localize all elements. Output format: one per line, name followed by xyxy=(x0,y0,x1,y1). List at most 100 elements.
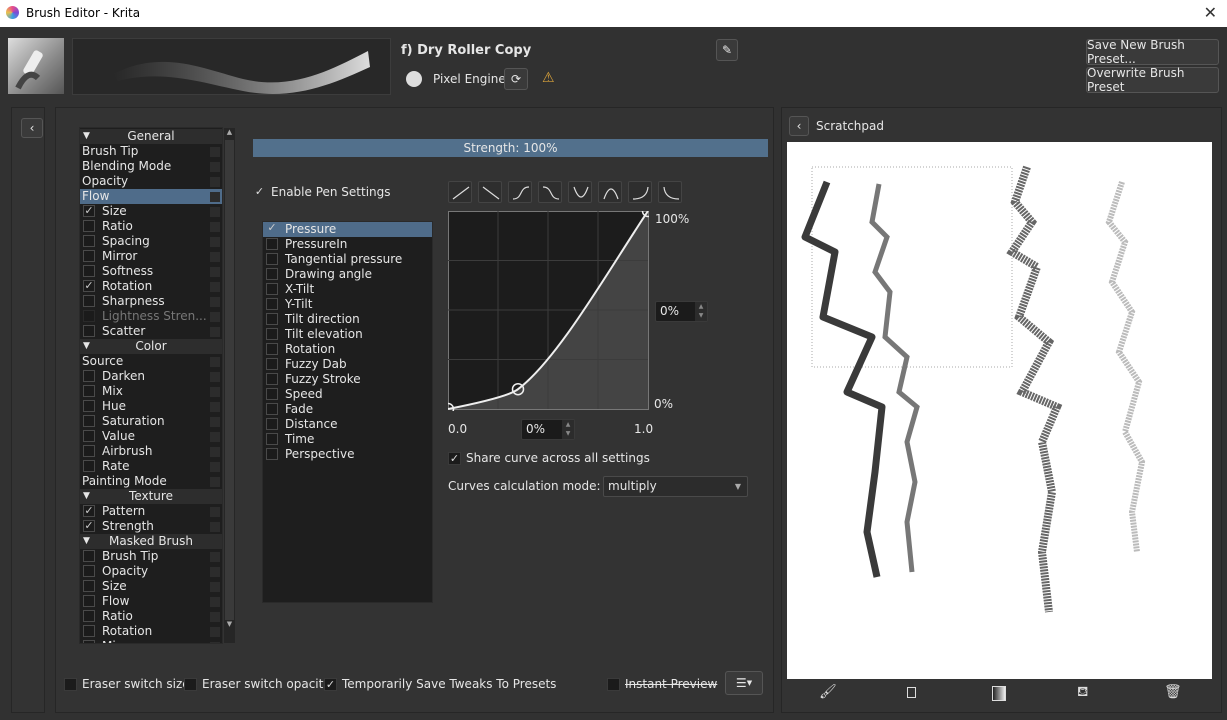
checkbox-icon[interactable] xyxy=(266,418,278,430)
option-list-scrollbar[interactable]: ▲ ▼ xyxy=(223,127,236,644)
option-item[interactable]: Saturation xyxy=(80,414,222,429)
option-item[interactable]: Darken xyxy=(80,369,222,384)
checkbox-icon[interactable] xyxy=(83,640,95,643)
lock-icon[interactable] xyxy=(210,402,220,412)
checkbox-icon[interactable] xyxy=(83,310,95,322)
share-curve-checkbox[interactable]: ✓ Share curve across all settings xyxy=(448,451,650,465)
lock-icon[interactable] xyxy=(210,627,220,637)
checkbox-icon[interactable] xyxy=(83,610,95,622)
checkbox-icon[interactable] xyxy=(83,250,95,262)
option-item[interactable]: Hue xyxy=(80,399,222,414)
strength-slider[interactable]: Strength: 100% xyxy=(253,139,768,157)
paint-brush-icon[interactable]: 🖌 xyxy=(819,684,837,700)
lock-icon[interactable] xyxy=(210,282,220,292)
checkbox-icon[interactable]: ✓ xyxy=(83,520,95,532)
checkbox-icon[interactable] xyxy=(83,415,95,427)
checkbox-icon[interactable] xyxy=(83,295,95,307)
checkbox-icon[interactable] xyxy=(83,220,95,232)
option-item[interactable]: Opacity xyxy=(80,564,222,579)
clear-icon[interactable] xyxy=(907,687,916,698)
option-item[interactable]: Value xyxy=(80,429,222,444)
eraser-switch-size-checkbox[interactable]: Eraser switch size xyxy=(64,677,190,691)
lock-icon[interactable] xyxy=(210,432,220,442)
option-item[interactable]: Ratio xyxy=(80,219,222,234)
checkbox-icon[interactable] xyxy=(266,268,278,280)
option-group-header[interactable]: ▼ General xyxy=(80,129,222,144)
lock-icon[interactable] xyxy=(210,612,220,622)
checkbox-icon[interactable]: ✓ xyxy=(83,205,95,217)
sensor-item[interactable]: Drawing angle xyxy=(263,267,432,282)
lock-icon[interactable] xyxy=(210,372,220,382)
lock-icon[interactable] xyxy=(210,462,220,472)
sensor-item[interactable]: PressureIn xyxy=(263,237,432,252)
menu-button[interactable]: ☰ ▼ xyxy=(725,671,763,695)
curve-x-spinbox[interactable]: 0% ▲ ▼ xyxy=(521,419,575,440)
lock-icon[interactable] xyxy=(210,552,220,562)
close-button[interactable]: ✕ xyxy=(1204,3,1217,22)
checkbox-icon[interactable] xyxy=(83,325,95,337)
eraser-switch-opacity-checkbox[interactable]: Eraser switch opacity xyxy=(184,677,330,691)
sensor-item[interactable]: Tangential pressure xyxy=(263,252,432,267)
lock-icon[interactable] xyxy=(210,297,220,307)
curve-preset-button[interactable] xyxy=(628,181,652,203)
checkbox-icon[interactable] xyxy=(83,625,95,637)
lock-icon[interactable] xyxy=(210,312,220,322)
edit-name-button[interactable]: ✎ xyxy=(716,39,738,61)
checkbox-icon[interactable] xyxy=(266,373,278,385)
checkbox-icon[interactable] xyxy=(266,388,278,400)
option-item[interactable]: Airbrush xyxy=(80,444,222,459)
option-item[interactable]: Sharpness xyxy=(80,294,222,309)
trash-icon[interactable]: 🗑 xyxy=(1164,684,1182,700)
spin-arrows-icon[interactable]: ▲ ▼ xyxy=(695,302,707,321)
lock-icon[interactable] xyxy=(210,177,220,187)
option-item[interactable]: Spacing xyxy=(80,234,222,249)
sensor-item[interactable]: Tilt direction xyxy=(263,312,432,327)
option-item[interactable]: ✓ Pattern xyxy=(80,504,222,519)
sensor-item[interactable]: Tilt elevation xyxy=(263,327,432,342)
checkbox-icon[interactable] xyxy=(266,433,278,445)
checkbox-icon[interactable] xyxy=(266,313,278,325)
option-item[interactable]: Painting Mode xyxy=(80,474,222,489)
sensor-item[interactable]: X-Tilt xyxy=(263,282,432,297)
checkbox-icon[interactable] xyxy=(266,403,278,415)
option-item[interactable]: Scatter xyxy=(80,324,222,339)
sensor-item[interactable]: Speed xyxy=(263,387,432,402)
overwrite-preset-button[interactable]: Overwrite Brush Preset xyxy=(1086,66,1219,94)
spin-arrows-icon[interactable]: ▲ ▼ xyxy=(562,420,574,439)
option-group-header[interactable]: ▼ Masked Brush xyxy=(80,534,222,549)
checkbox-icon[interactable] xyxy=(83,595,95,607)
checkbox-icon[interactable] xyxy=(83,400,95,412)
lock-icon[interactable] xyxy=(210,522,220,532)
option-item[interactable]: Mirror xyxy=(80,249,222,264)
checkbox-icon[interactable] xyxy=(266,358,278,370)
bucket-fill-icon[interactable]: ⛾ xyxy=(1077,684,1088,702)
lock-icon[interactable] xyxy=(210,267,220,277)
scratchpad-back-button[interactable]: ‹ xyxy=(789,116,809,136)
gradient-fill-icon[interactable] xyxy=(992,686,1006,701)
option-item[interactable]: Lightness Stren... xyxy=(80,309,222,324)
checkbox-icon[interactable] xyxy=(83,235,95,247)
curve-preset-button[interactable] xyxy=(658,181,682,203)
lock-icon[interactable] xyxy=(210,582,220,592)
option-item[interactable]: Rotation xyxy=(80,624,222,639)
checkbox-icon[interactable] xyxy=(83,265,95,277)
option-item[interactable]: Size xyxy=(80,579,222,594)
sensor-item[interactable]: Fuzzy Stroke xyxy=(263,372,432,387)
option-group-header[interactable]: ▼ Color xyxy=(80,339,222,354)
sensor-item[interactable]: Rotation xyxy=(263,342,432,357)
lock-icon[interactable] xyxy=(210,327,220,337)
collapse-arrow-icon[interactable]: ▼ xyxy=(83,339,90,354)
temp-save-tweaks-checkbox[interactable]: ✓ Temporarily Save Tweaks To Presets xyxy=(324,677,556,691)
checkbox-icon[interactable] xyxy=(83,385,95,397)
curve-preset-button[interactable] xyxy=(598,181,622,203)
sensor-item[interactable]: Time xyxy=(263,432,432,447)
curve-preset-button[interactable] xyxy=(448,181,472,203)
checkbox-icon[interactable] xyxy=(83,580,95,592)
lock-icon[interactable] xyxy=(210,222,220,232)
lock-icon[interactable] xyxy=(210,192,220,202)
curve-preset-button[interactable] xyxy=(478,181,502,203)
brush-icon[interactable] xyxy=(8,38,64,94)
option-item[interactable]: Rate xyxy=(80,459,222,474)
collapse-arrow-icon[interactable]: ▼ xyxy=(83,129,90,144)
checkbox-icon[interactable]: ✓ xyxy=(266,222,278,235)
